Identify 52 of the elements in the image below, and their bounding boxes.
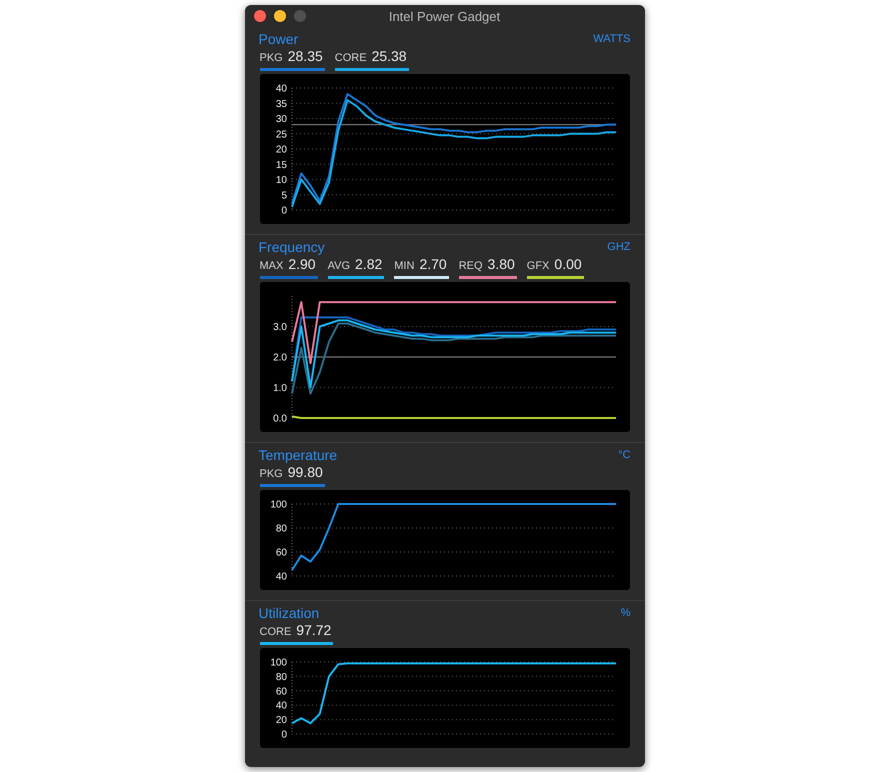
close-button[interactable] (254, 10, 266, 22)
section-title: Utilization (258, 606, 320, 620)
reading-label: AVG (328, 261, 350, 272)
y-tick-label: 35 (275, 98, 286, 110)
reading-label: CORE (260, 627, 292, 638)
y-tick-label: 0 (280, 730, 286, 740)
reading-label: MAX (260, 261, 284, 272)
y-tick-label: 30 (275, 114, 286, 125)
reading-value: 25.38 (372, 49, 407, 63)
y-tick-label: 1.0 (272, 383, 286, 394)
y-tick-label: 0 (280, 206, 286, 216)
reading-value: 2.90 (288, 257, 316, 271)
y-tick-label: 2.0 (272, 352, 286, 364)
y-tick-label: 40 (275, 700, 286, 712)
unit-label: % (620, 608, 630, 618)
reading-label: GFX (526, 261, 550, 272)
reading-label: PKG (260, 53, 283, 64)
reading-label: MIN (394, 261, 414, 272)
reading-value: 28.35 (288, 49, 323, 63)
unit-label: WATTS (593, 34, 630, 44)
y-tick-label: 20 (275, 715, 286, 726)
y-tick-label: 100 (270, 658, 286, 668)
y-tick-label: 25 (275, 129, 286, 140)
reading-label: PKG (260, 469, 283, 480)
reading-value: 99.80 (288, 465, 323, 479)
y-tick-label: 3.0 (272, 322, 286, 333)
y-tick-label: 40 (275, 84, 286, 94)
y-tick-label: 10 (275, 175, 286, 186)
unit-label: °C (618, 450, 630, 460)
reading-value: 2.70 (419, 257, 447, 271)
section-title: Power (258, 32, 298, 46)
y-tick-label: 0.0 (272, 414, 286, 424)
y-tick-label: 80 (275, 672, 286, 683)
reading-value: 3.80 (488, 257, 515, 271)
minimize-button[interactable] (274, 10, 286, 22)
reading-value: 0.00 (554, 257, 582, 271)
unit-label: GHZ (607, 242, 630, 252)
y-tick-label: 100 (270, 500, 286, 510)
y-tick-label: 20 (275, 144, 286, 156)
reading-label: CORE (334, 53, 367, 64)
y-tick-label: 80 (275, 524, 286, 534)
reading-label: REQ (458, 261, 483, 272)
y-tick-label: 5 (280, 190, 286, 202)
section-title: Temperature (258, 448, 338, 462)
section-title: Frequency (258, 240, 325, 254)
window-title: Intel Power Gadget (388, 10, 500, 22)
y-tick-label: 60 (275, 548, 286, 558)
y-tick-label: 15 (275, 160, 286, 171)
reading-value: 97.72 (296, 623, 332, 637)
reading-value: 2.82 (355, 257, 382, 271)
y-tick-label: 60 (275, 686, 286, 698)
y-tick-label: 40 (275, 572, 286, 582)
